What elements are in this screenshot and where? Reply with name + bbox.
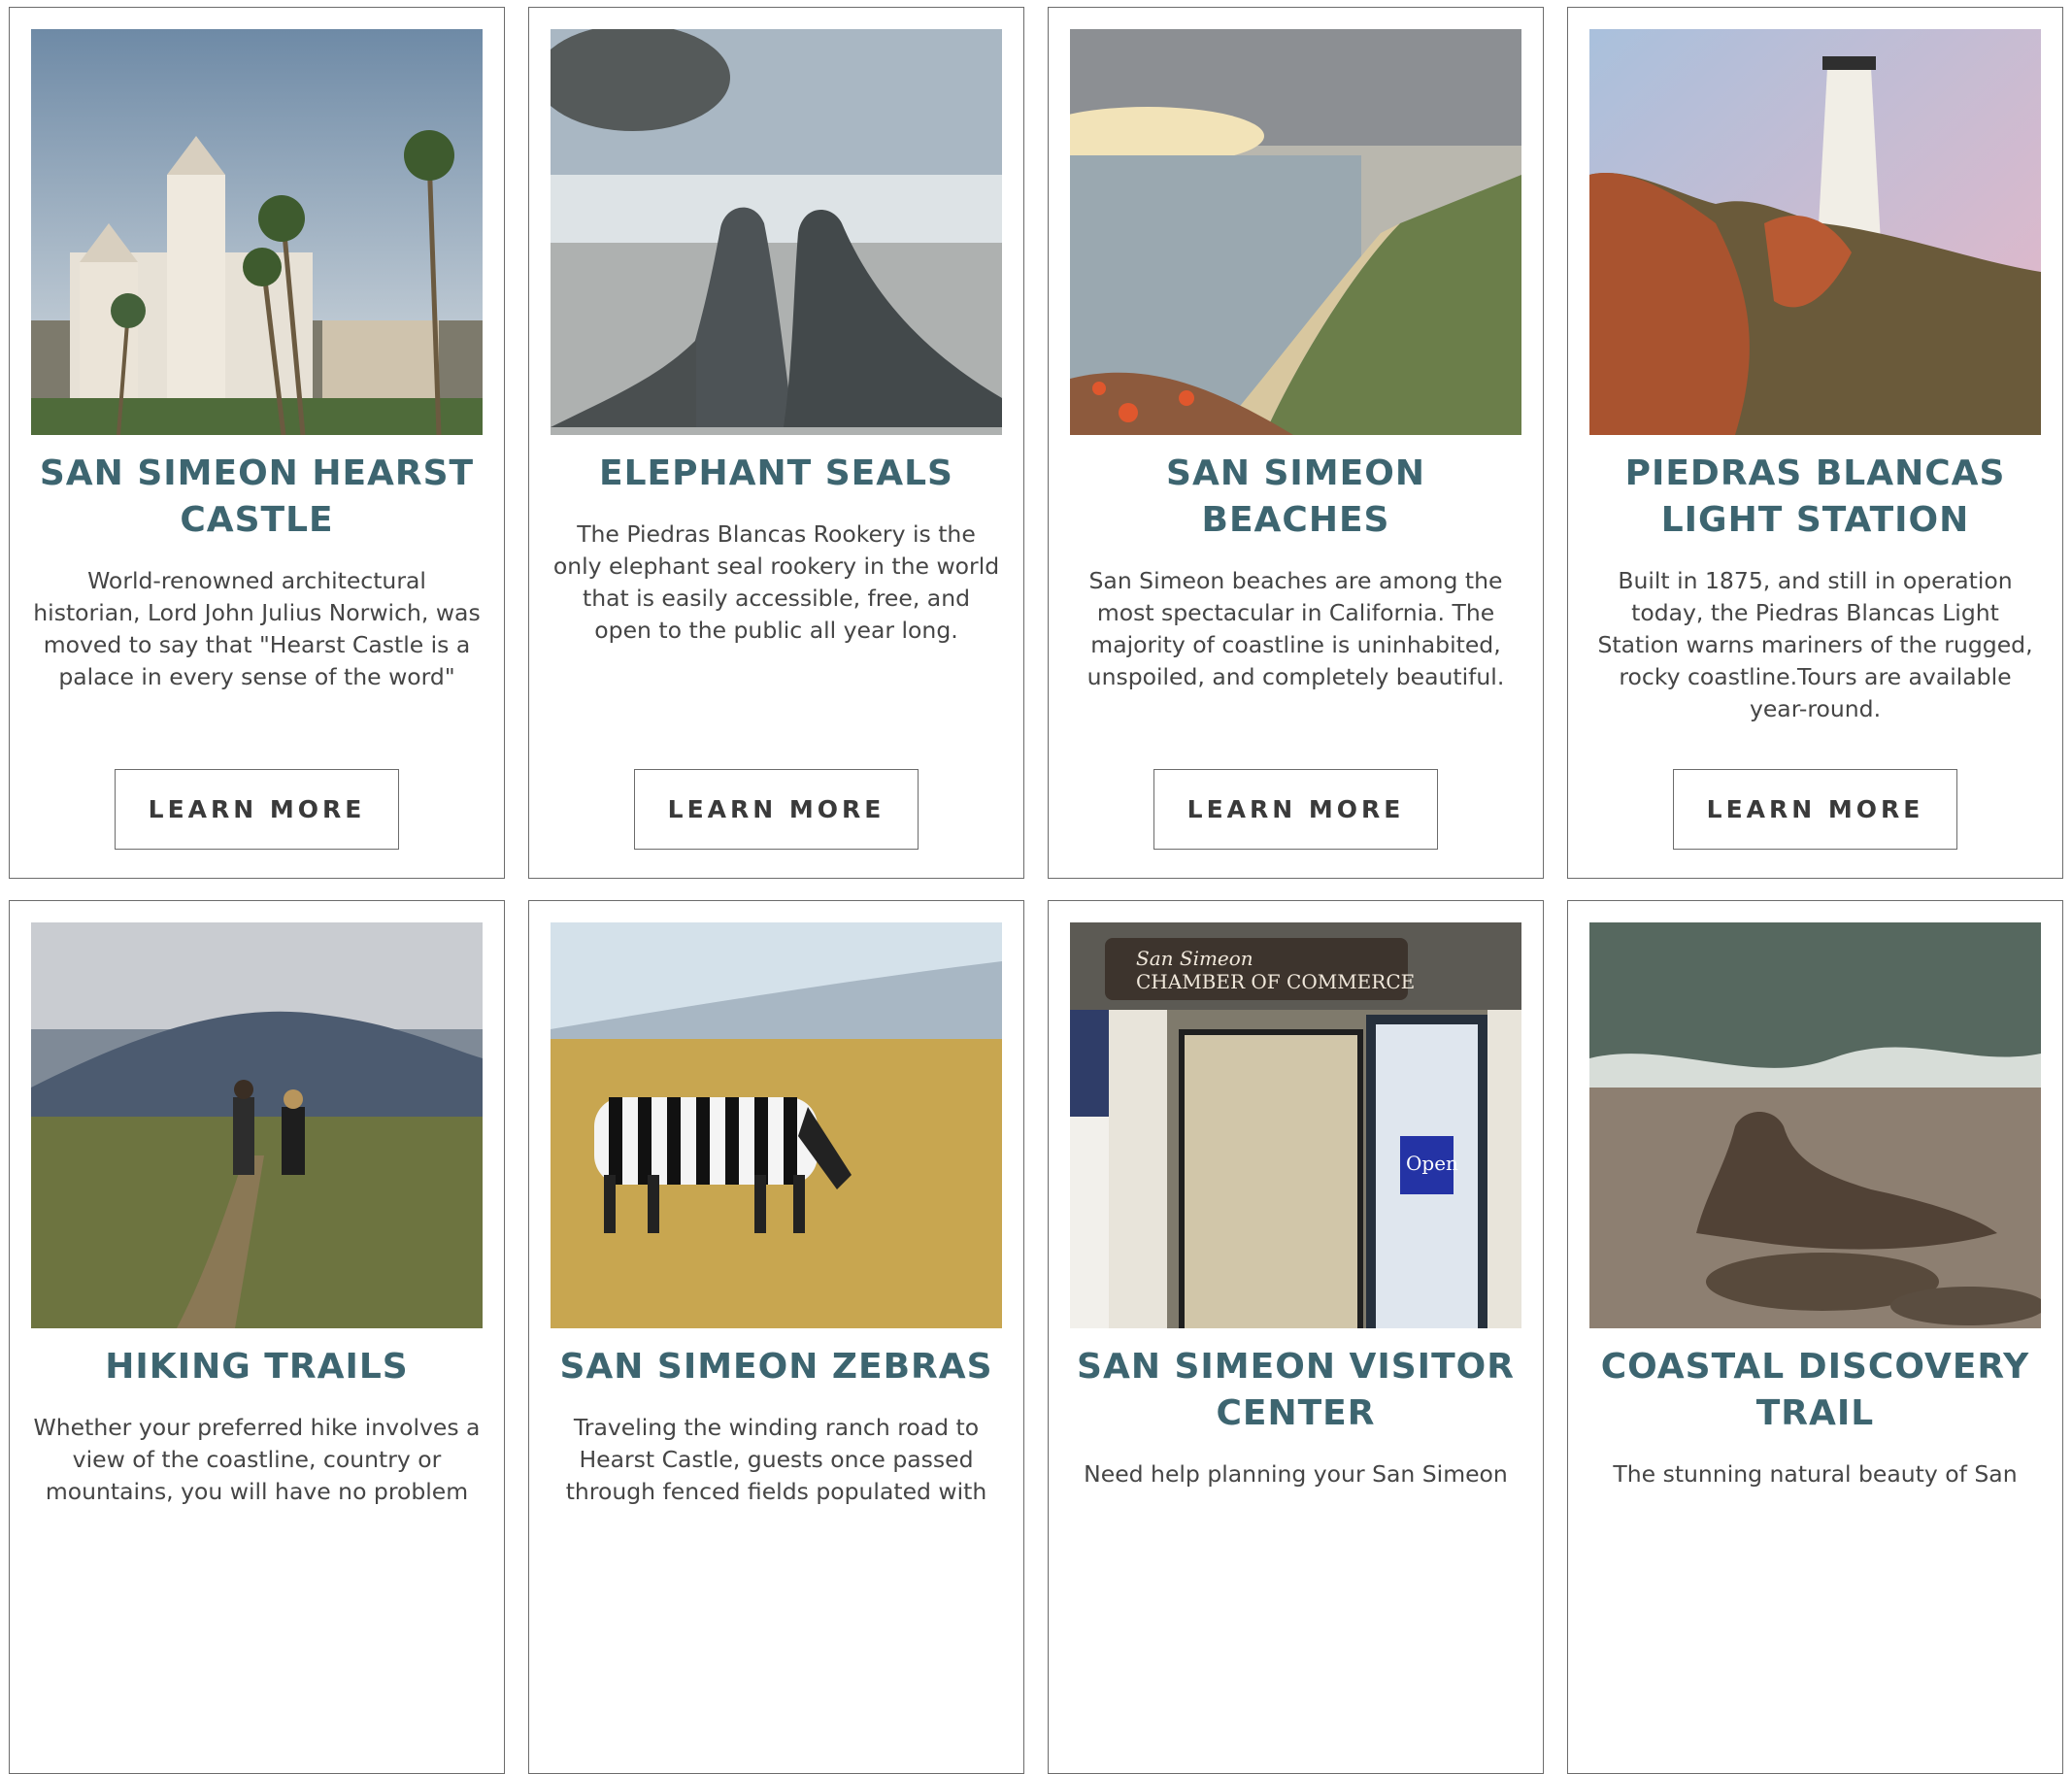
zebra-image[interactable] [551, 922, 1002, 1328]
attraction-card-beaches: San Simeon Beaches San Simeon beaches ar… [1048, 7, 1544, 879]
beaches-image[interactable] [1070, 29, 1521, 435]
card-title: San Simeon Hearst Castle [39, 453, 475, 540]
hiking-trails-image[interactable] [31, 922, 483, 1328]
learn-more-button[interactable]: Learn More [115, 769, 399, 850]
card-description: Need help planning your San Simeon [1084, 1460, 1508, 1488]
learn-more-button[interactable]: Learn More [634, 769, 919, 850]
card-title: San Simeon Zebras [559, 1347, 993, 1387]
hearst-castle-image[interactable] [31, 29, 483, 435]
learn-more-button[interactable]: Learn More [1153, 769, 1438, 850]
attraction-card-lighthouse: Piedras Blancas Light Station Built in 1… [1567, 7, 2063, 879]
card-description: Traveling the winding ranch road to Hear… [565, 1414, 987, 1505]
card-title: Elephant Seals [599, 453, 953, 493]
attractions-grid: San Simeon Hearst Castle World-renowned … [9, 7, 2063, 1774]
attraction-card-elephant-seals: Elephant Seals The Piedras Blancas Rooke… [528, 7, 1024, 879]
open-sign: Open [1406, 1152, 1458, 1175]
attraction-card-hearst-castle: San Simeon Hearst Castle World-renowned … [9, 7, 505, 879]
card-title: Hiking Trails [105, 1347, 409, 1387]
card-description: Whether your preferred hike involves a v… [33, 1414, 481, 1505]
card-title: Coastal Discovery Trail [1600, 1347, 2030, 1433]
lighthouse-image[interactable] [1589, 29, 2041, 435]
card-description: The stunning natural beauty of San [1613, 1460, 2018, 1488]
elephant-seals-image[interactable] [551, 29, 1002, 435]
card-description: The Piedras Blancas Rookery is the only … [552, 520, 1000, 644]
sign-line-1: San Simeon [1136, 947, 1253, 970]
card-title: Piedras Blancas Light Station [1624, 453, 2006, 540]
card-title: San Simeon Visitor Center [1077, 1347, 1515, 1433]
attraction-card-zebras: San Simeon Zebras Traveling the winding … [528, 900, 1024, 1774]
card-description: World-renowned architectural historian, … [33, 567, 481, 690]
card-title: San Simeon Beaches [1166, 453, 1425, 540]
coastal-trail-image[interactable] [1589, 922, 2041, 1328]
card-description: San Simeon beaches are among the most sp… [1086, 567, 1505, 690]
card-description: Built in 1875, and still in operation to… [1597, 567, 2033, 722]
attraction-card-visitor-center: San Simeon CHAMBER OF COMMERCE Open San … [1048, 900, 1544, 1774]
attraction-card-hiking-trails: Hiking Trails Whether your preferred hik… [9, 900, 505, 1774]
visitor-center-image[interactable]: San Simeon CHAMBER OF COMMERCE Open [1070, 922, 1521, 1328]
learn-more-button[interactable]: Learn More [1673, 769, 1957, 850]
attraction-card-coastal-trail: Coastal Discovery Trail The stunning nat… [1567, 900, 2063, 1774]
sign-line-2: CHAMBER OF COMMERCE [1136, 970, 1415, 993]
